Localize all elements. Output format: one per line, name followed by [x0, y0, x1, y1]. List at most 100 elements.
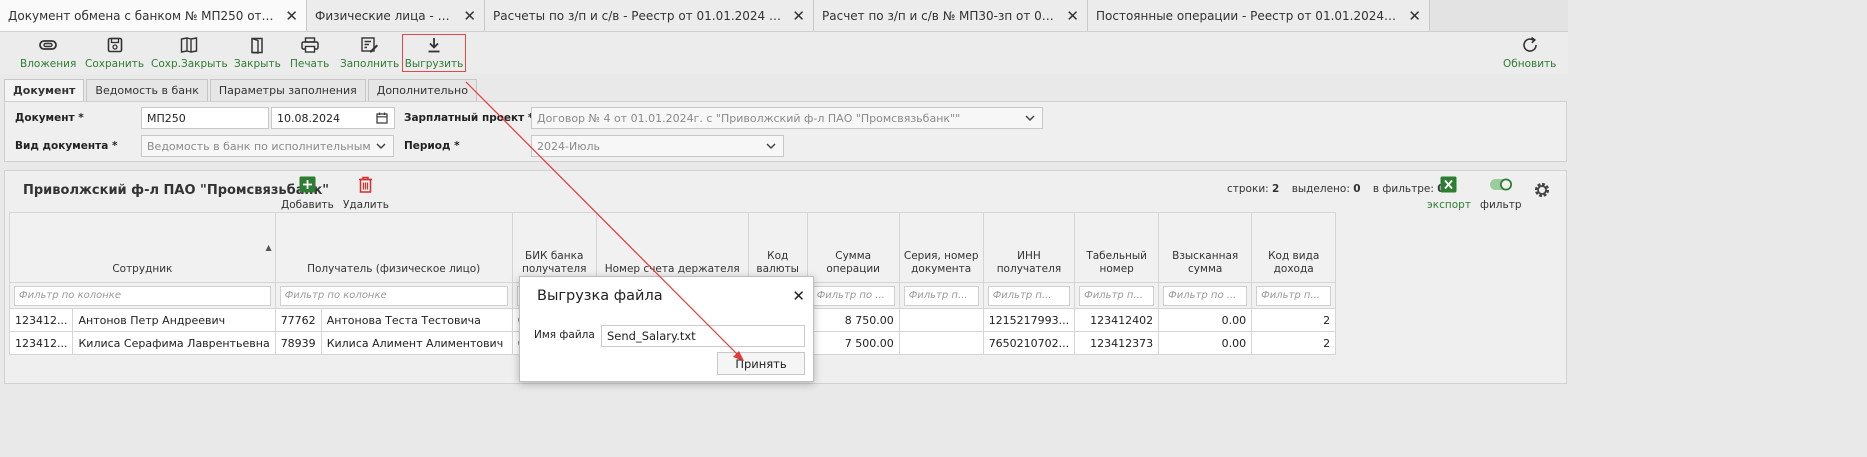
close-icon[interactable]: ✕ [792, 287, 805, 305]
filter-input[interactable]: Фильтр по ... [1163, 285, 1248, 306]
filter-input[interactable]: Фильтр п... [987, 285, 1071, 306]
filter-toggle[interactable]: фильтр [1480, 176, 1521, 211]
close-icon[interactable] [792, 7, 805, 25]
column-filter-doc-series: Фильтр п... [898, 282, 984, 309]
tab-fill-params[interactable]: Параметры заполнения [209, 79, 366, 101]
column-header-currency[interactable]: Код валюты [747, 212, 808, 283]
print-label: Печать [290, 58, 330, 70]
gear-icon[interactable] [1533, 181, 1551, 202]
tab-additional[interactable]: Дополнительно [367, 79, 477, 101]
column-header-label: Серия, номер документа [903, 250, 979, 275]
document-date-value: 10.08.2024 [277, 111, 340, 125]
close-icon[interactable] [1408, 7, 1421, 25]
column-header-recipient[interactable]: Получатель (физическое лицо) [274, 212, 513, 283]
column-filter-employee: Фильтр по колонке [9, 282, 276, 309]
salary-project-select[interactable]: Договор № 4 от 01.01.2024г. с "Приволжск… [531, 107, 1043, 129]
selected-count-label: выделено: [1291, 183, 1350, 195]
filter-input[interactable]: Фильтр п... [903, 285, 979, 306]
doc-type-value: Ведомость в банк по исполнительным ли [147, 139, 372, 153]
period-select[interactable]: 2024-Июль [531, 135, 784, 157]
column-header-doc-series[interactable]: Серия, номер документа [898, 212, 984, 283]
close-icon[interactable] [1066, 7, 1079, 25]
column-filter-amount: Фильтр по ... [806, 282, 900, 309]
column-header-amount[interactable]: Сумма операции [806, 212, 900, 283]
refresh-button[interactable]: Обновить [1503, 35, 1556, 73]
file-name-input[interactable]: Send_Salary.txt [601, 325, 805, 347]
inn-cell: 1215217993... [982, 308, 1076, 332]
column-header-bik[interactable]: БИК банка получателя [511, 212, 597, 283]
delete-row-button[interactable]: Удалить [343, 176, 389, 211]
add-row-button[interactable]: Добавить [281, 176, 334, 211]
column-filter-collected: Фильтр по ... [1158, 282, 1253, 309]
column-header-label: Получатель (физическое лицо) [307, 263, 481, 275]
selected-count-value: 0 [1353, 183, 1361, 195]
doc-type-select[interactable]: Ведомость в банк по исполнительным ли [141, 135, 394, 157]
chevron-down-icon[interactable] [765, 140, 777, 155]
download-icon [427, 35, 441, 55]
save-close-button[interactable]: Сохр.Закрыть [151, 35, 228, 73]
export-button[interactable]: Выгрузить [402, 34, 466, 72]
column-header-employee[interactable]: Сотрудник ▲ [9, 212, 276, 283]
document-tabs: Документ обмена с банком № МП250 от 10.0… [0, 0, 1568, 32]
tab-bank-statement[interactable]: Ведомость в банк [86, 79, 208, 101]
rows-count-value: 2 [1272, 183, 1280, 195]
filtered-count-label: в фильтре: [1372, 183, 1434, 195]
close-icon[interactable] [463, 7, 476, 25]
column-header-label: Сумма операции [826, 250, 881, 275]
doc-series-cell [898, 308, 984, 332]
save-button[interactable]: Сохранить [85, 35, 144, 73]
column-header-inn[interactable]: ИНН получателя [982, 212, 1076, 283]
filter-input[interactable]: Фильтр по колонке [14, 285, 271, 306]
toolbar: Вложения Сохранить Сохр.Закрыть Закрыть … [0, 32, 1568, 74]
calendar-icon[interactable] [376, 112, 388, 127]
recipient-code-cell: 77762 [274, 308, 322, 332]
print-button[interactable]: Печать [290, 35, 329, 73]
export-file-dialog: Выгрузка файла ✕ Имя файла Send_Salary.t… [519, 276, 814, 382]
document-form: Документ * МП250 10.08.2024 Зарплатный п… [4, 101, 1567, 162]
tab-individuals[interactable]: Физические лица - Реестр [307, 0, 485, 31]
tab-label: Расчеты по з/п и с/в - Реестр от 01.01.2… [493, 8, 782, 23]
employee-name-cell: Антонов Петр Андреевич [72, 308, 276, 332]
column-filter-tab-number: Фильтр п... [1074, 282, 1160, 309]
doc-series-cell [898, 331, 984, 355]
paperclip-icon [38, 35, 58, 55]
delete-label: Удалить [343, 199, 389, 211]
chevron-down-icon[interactable] [1024, 112, 1036, 127]
attachments-button[interactable]: Вложения [20, 35, 76, 73]
tab-recurring-ops[interactable]: Постоянные операции - Реестр от 01.01.20… [1088, 0, 1430, 31]
close-label: Закрыть [234, 58, 281, 70]
grid-stats: строки: 2 выделено: 0 в фильтре: 0 [1227, 183, 1454, 195]
chevron-down-icon[interactable] [375, 140, 387, 155]
filter-input[interactable]: Фильтр по колонке [279, 285, 508, 306]
accept-button[interactable]: Принять [717, 352, 805, 375]
filter-input[interactable]: Фильтр по ... [811, 285, 895, 306]
column-header-collected[interactable]: Взысканная сумма [1158, 212, 1253, 283]
tab-document[interactable]: Документ [4, 79, 85, 101]
filter-input[interactable]: Фильтр п... [1079, 285, 1155, 306]
document-number-field[interactable]: МП250 [141, 107, 269, 129]
column-header-income-code[interactable]: Код вида дохода [1251, 212, 1337, 283]
tab-number-cell: 123412373 [1074, 331, 1160, 355]
export-excel-button[interactable]: экспорт [1427, 176, 1471, 211]
door-icon [250, 35, 264, 55]
tab-salary-calc[interactable]: Расчет по з/п и с/в № МП30-зп от 09.08.2… [814, 0, 1088, 31]
column-filter-income-code: Фильтр п... [1251, 282, 1337, 309]
close-button[interactable]: Закрыть [234, 35, 281, 73]
recipient-code-cell: 78939 [274, 331, 322, 355]
tab-exchange-document[interactable]: Документ обмена с банком № МП250 от 10.0… [0, 0, 307, 31]
tab-salary-registry[interactable]: Расчеты по з/п и с/в - Реестр от 01.01.2… [485, 0, 814, 31]
amount-cell: 8 750.00 [806, 308, 900, 332]
column-header-tab-number[interactable]: Табельный номер [1074, 212, 1160, 283]
close-icon[interactable] [285, 7, 298, 25]
plus-icon [299, 176, 316, 196]
recipient-name-cell: Антонова Теста Тестовича [320, 308, 513, 332]
document-label: Документ * [15, 112, 84, 124]
fill-button[interactable]: Заполнить [340, 35, 399, 73]
filter-input[interactable]: Фильтр п... [1256, 285, 1332, 306]
document-date-field[interactable]: 10.08.2024 [271, 107, 395, 129]
column-header-account[interactable]: Номер счета держателя [595, 212, 749, 283]
file-name-value: Send_Salary.txt [607, 329, 696, 343]
column-header-label: Код валюты [756, 250, 799, 275]
column-header-label: ИНН получателя [996, 250, 1062, 275]
sort-asc-icon[interactable]: ▲ [266, 241, 272, 254]
